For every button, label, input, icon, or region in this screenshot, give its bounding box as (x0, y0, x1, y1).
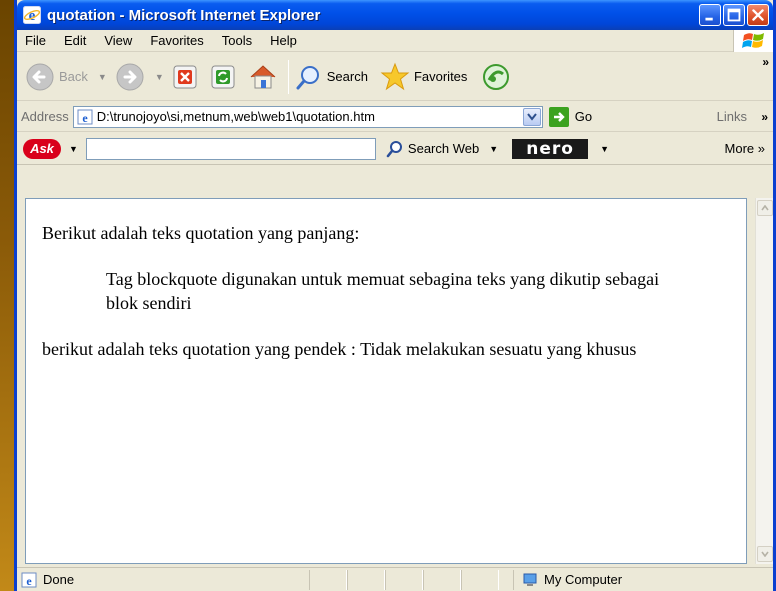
address-value: D:\trunojoyo\si,metnum,web\web1\quotatio… (96, 109, 375, 124)
go-button[interactable]: Go (548, 106, 593, 127)
back-button[interactable]: Back (25, 62, 88, 92)
home-icon (250, 64, 276, 88)
links-chevron-icon[interactable]: » (761, 110, 768, 124)
back-arrow-icon (26, 63, 54, 90)
refresh-button[interactable] (210, 64, 236, 90)
status-cell (423, 569, 461, 590)
links-button[interactable]: Links (717, 109, 747, 124)
standard-toolbar: Back ▼ ▼ Search Favorites » (17, 53, 773, 101)
forward-arrow-icon (116, 63, 144, 90)
paragraph-long-intro: Berikut adalah teks quotation yang panja… (42, 223, 360, 243)
toolbar-chevron-icon[interactable]: » (762, 55, 769, 69)
search-button[interactable]: Search (295, 63, 368, 91)
search-web-dropdown-icon[interactable]: ▼ (489, 144, 498, 154)
magnifier-icon (386, 140, 402, 157)
page-icon: e (77, 109, 93, 125)
status-done: e Done (21, 572, 309, 588)
vertical-scrollbar[interactable] (755, 198, 773, 564)
zone-text: My Computer (544, 572, 623, 587)
window-title: quotation - Microsoft Internet Explorer (47, 6, 321, 24)
address-bar: Address e D:\trunojoyo\si,metnum,web\web… (17, 102, 773, 132)
ask-search-input[interactable] (85, 137, 376, 160)
blockquote: Tag blockquote digunakan untuk memuat se… (106, 269, 660, 313)
star-icon (380, 62, 410, 90)
media-button[interactable] (481, 62, 511, 92)
toolbar-separator (287, 59, 289, 94)
favorites-label: Favorites (413, 69, 468, 84)
status-cell (309, 569, 347, 590)
address-input[interactable]: e D:\trunojoyo\si,metnum,web\web1\quotat… (72, 105, 543, 128)
media-icon (483, 63, 510, 90)
window-controls (699, 4, 769, 26)
status-text: Done (43, 572, 75, 587)
more-chevron-icon: » (757, 141, 765, 156)
menu-help[interactable]: Help (261, 33, 306, 48)
minimize-icon (705, 17, 713, 21)
menu-tools[interactable]: Tools (213, 33, 261, 48)
forward-button[interactable] (115, 62, 145, 92)
stop-icon (173, 65, 197, 88)
my-computer-icon (523, 573, 537, 586)
status-cell (461, 569, 499, 590)
maximize-button[interactable] (723, 4, 745, 26)
scroll-down-button[interactable] (757, 546, 773, 562)
svg-text:e: e (26, 574, 32, 588)
status-bar: e Done My Computer (17, 567, 773, 591)
chevron-down-icon (526, 112, 537, 121)
ask-dropdown-icon[interactable]: ▼ (69, 144, 78, 154)
menu-favorites[interactable]: Favorites (141, 33, 212, 48)
chevron-down-icon (761, 551, 769, 557)
home-button[interactable] (248, 63, 278, 91)
paragraph-short-quotation: berikut adalah teks quotation yang pende… (42, 339, 637, 359)
back-dropdown-icon[interactable]: ▼ (98, 72, 107, 82)
refresh-icon (211, 65, 235, 88)
menu-bar: File Edit View Favorites Tools Help (17, 30, 773, 52)
ask-toolbar: Ask ▼ Search Web ▼ nero ▼ More » (17, 133, 773, 165)
internet-explorer-icon: e (23, 6, 41, 24)
minimize-button[interactable] (699, 4, 721, 26)
nero-dropdown-icon[interactable]: ▼ (600, 144, 609, 154)
close-icon (752, 9, 764, 21)
browser-window: e quotation - Microsoft Internet Explore… (14, 0, 776, 591)
more-button[interactable]: More » (725, 141, 765, 156)
desktop-background (0, 0, 14, 591)
internet-explorer-icon: e (21, 572, 37, 588)
maximize-icon (727, 8, 741, 22)
page-content: Berikut adalah teks quotation yang panja… (25, 198, 747, 564)
menu-view[interactable]: View (95, 33, 141, 48)
document-body: Berikut adalah teks quotation yang panja… (42, 221, 722, 383)
chevron-up-icon (761, 205, 769, 211)
title-bar[interactable]: e quotation - Microsoft Internet Explore… (17, 0, 773, 30)
search-icon (296, 65, 319, 89)
forward-dropdown-icon[interactable]: ▼ (155, 72, 164, 82)
scroll-up-button[interactable] (757, 200, 773, 216)
stop-button[interactable] (172, 64, 198, 90)
search-web-label: Search Web (407, 141, 480, 156)
go-arrow-icon (548, 106, 569, 127)
status-cell (385, 569, 423, 590)
security-zone: My Computer (513, 569, 623, 590)
windows-flag-icon (733, 30, 773, 52)
more-label: More (724, 141, 755, 156)
address-label: Address (21, 109, 69, 124)
ask-logo[interactable]: Ask (23, 138, 61, 159)
svg-text:e: e (82, 111, 88, 125)
search-label: Search (326, 69, 368, 84)
go-label: Go (574, 109, 593, 124)
nero-logo[interactable]: nero (512, 138, 589, 159)
favorites-button[interactable]: Favorites (380, 62, 467, 92)
menu-file[interactable]: File (17, 33, 55, 48)
status-cell (347, 569, 385, 590)
address-dropdown-button[interactable] (522, 107, 541, 126)
back-label: Back (59, 69, 88, 84)
search-web-button[interactable]: Search Web ▼ (386, 140, 498, 158)
close-button[interactable] (747, 4, 769, 26)
menu-edit[interactable]: Edit (55, 33, 95, 48)
